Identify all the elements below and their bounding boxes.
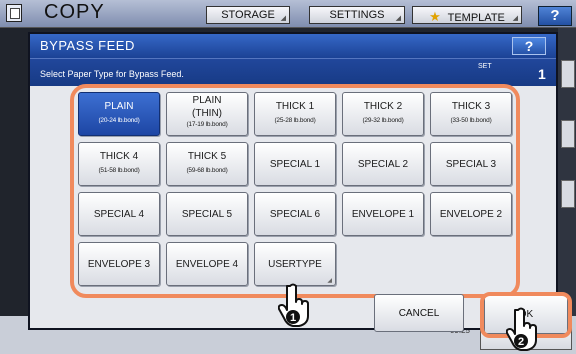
cancel-button[interactable]: CANCEL <box>374 294 464 332</box>
paper-type-weight: (20-24 lb.bond) <box>98 117 140 124</box>
paper-type-label: SPECIAL 5 <box>181 209 233 220</box>
dialog-help-button[interactable]: ? <box>512 37 546 55</box>
corner-arrow-icon: ◢ <box>512 15 518 22</box>
paper-type-label: SPECIAL 1 <box>269 159 321 170</box>
paper-type-label: SPECIAL 2 <box>357 159 409 170</box>
paper-type-thick-2-button[interactable]: THICK 2 (29-32 lb.bond) <box>342 92 424 136</box>
paper-type-weight: (17-19 lb.bond) <box>186 121 228 128</box>
paper-type-label: ENVELOPE 2 <box>439 209 503 220</box>
corner-arrow-icon: ◢ <box>280 15 286 22</box>
tab-template[interactable]: ★ TEMPLATE ◢ <box>412 6 522 24</box>
paper-type-label: THICK 5 <box>187 151 227 162</box>
paper-type-special-5-button[interactable]: SPECIAL 5 <box>166 192 248 236</box>
paper-type-label: SPECIAL 3 <box>445 159 497 170</box>
step-2-number: 2 <box>518 336 524 348</box>
paper-type-label: THICK 3 <box>451 101 491 112</box>
paper-type-usertype-button[interactable]: USERTYPE ◢ <box>254 242 336 286</box>
paper-type-weight: (33-50 lb.bond) <box>450 117 492 124</box>
paper-type-thick-5-button[interactable]: THICK 5 (59-68 lb.bond) <box>166 142 248 186</box>
step-1-number: 1 <box>290 312 296 324</box>
paper-type-special-4-button[interactable]: SPECIAL 4 <box>78 192 160 236</box>
paper-type-label: ENVELOPE 3 <box>87 259 151 270</box>
paper-type-special-2-button[interactable]: SPECIAL 2 <box>342 142 424 186</box>
tab-storage[interactable]: STORAGE ◢ <box>206 6 290 24</box>
paper-type-weight: (51-58 lb.bond) <box>98 167 140 174</box>
tab-storage-label: STORAGE <box>221 9 275 21</box>
paper-type-envelope-2-button[interactable]: ENVELOPE 2 <box>430 192 512 236</box>
paper-type-weight: (25-28 lb.bond) <box>274 117 316 124</box>
copy-icon <box>6 4 22 22</box>
paper-type-label: PLAIN <box>104 101 134 112</box>
side-button[interactable] <box>561 60 575 88</box>
copy-title: COPY <box>44 1 105 23</box>
pointing-hand-icon: 1 <box>278 283 309 327</box>
paper-type-label: ENVELOPE 4 <box>175 259 239 270</box>
star-icon: ★ <box>429 9 441 24</box>
tab-settings-label: SETTINGS <box>329 9 385 21</box>
paper-type-special-3-button[interactable]: SPECIAL 3 <box>430 142 512 186</box>
paper-type-label-line2: (THIN) <box>192 108 222 119</box>
dialog-subheader: Select Paper Type for Bypass Feed. SET 1 <box>30 58 556 86</box>
paper-type-label: THICK 1 <box>275 101 315 112</box>
paper-type-label: THICK 4 <box>99 151 139 162</box>
pointing-hand-icon: 2 <box>506 307 537 351</box>
paper-type-label: PLAIN <box>192 95 222 106</box>
instruction-text: Select Paper Type for Bypass Feed. <box>40 69 184 79</box>
paper-type-weight: (29-32 lb.bond) <box>362 117 404 124</box>
set-count: 1 <box>538 66 546 82</box>
copy-title-bar: COPY STORAGE ◢ SETTINGS ◢ ★ TEMPLATE ◢ ? <box>0 0 576 28</box>
paper-type-label: THICK 2 <box>363 101 403 112</box>
paper-type-envelope-4-button[interactable]: ENVELOPE 4 <box>166 242 248 286</box>
paper-type-thick-4-button[interactable]: THICK 4 (51-58 lb.bond) <box>78 142 160 186</box>
tab-settings[interactable]: SETTINGS ◢ <box>309 6 405 24</box>
paper-type-special-6-button[interactable]: SPECIAL 6 <box>254 192 336 236</box>
paper-type-label: SPECIAL 4 <box>93 209 145 220</box>
paper-type-label: USERTYPE <box>268 259 322 270</box>
side-button[interactable] <box>561 180 575 208</box>
corner-arrow-icon: ◢ <box>327 278 332 284</box>
paper-type-plain-button[interactable]: PLAIN (20-24 lb.bond) <box>78 92 160 136</box>
paper-type-envelope-1-button[interactable]: ENVELOPE 1 <box>342 192 424 236</box>
set-label: SET <box>478 63 492 70</box>
dialog-header: BYPASS FEED ? <box>30 34 556 58</box>
paper-type-label: SPECIAL 6 <box>269 209 321 220</box>
paper-type-special-1-button[interactable]: SPECIAL 1 <box>254 142 336 186</box>
paper-type-envelope-3-button[interactable]: ENVELOPE 3 <box>78 242 160 286</box>
dialog-title: BYPASS FEED <box>40 38 135 53</box>
help-button[interactable]: ? <box>538 6 572 26</box>
tab-template-label: TEMPLATE <box>447 12 505 24</box>
paper-type-plain-thin-button[interactable]: PLAIN (THIN) (17-19 lb.bond) <box>166 92 248 136</box>
paper-type-grid: PLAIN (20-24 lb.bond) PLAIN (THIN) (17-1… <box>78 92 512 290</box>
paper-type-thick-1-button[interactable]: THICK 1 (25-28 lb.bond) <box>254 92 336 136</box>
paper-type-label: ENVELOPE 1 <box>351 209 415 220</box>
paper-type-weight: (59-68 lb.bond) <box>186 167 228 174</box>
side-button[interactable] <box>561 120 575 148</box>
paper-type-thick-3-button[interactable]: THICK 3 (33-50 lb.bond) <box>430 92 512 136</box>
corner-arrow-icon: ◢ <box>395 15 401 22</box>
